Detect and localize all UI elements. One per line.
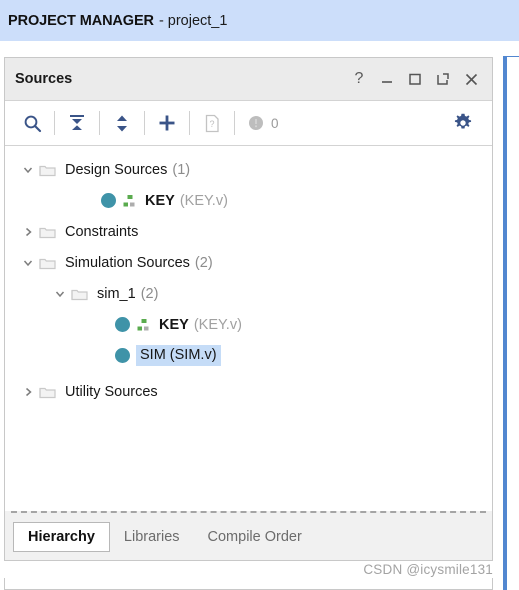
toolbar-divider-1 — [54, 111, 55, 135]
module-dot-icon — [115, 317, 130, 332]
project-manager-label: PROJECT MANAGER — [8, 12, 154, 29]
header-separator: - — [158, 12, 164, 29]
folder-icon — [37, 254, 57, 272]
tree-row-selected[interactable]: SIM (SIM.v) — [5, 340, 492, 371]
tab-label: Compile Order — [207, 528, 302, 545]
warning-circle-icon — [249, 116, 263, 130]
chevron-down-icon[interactable] — [51, 285, 69, 303]
search-icon[interactable] — [15, 107, 49, 139]
project-name-label: project_1 — [167, 12, 228, 29]
close-icon[interactable] — [460, 68, 482, 90]
tree-node-label: Utility Sources — [65, 383, 158, 400]
sources-tree[interactable]: Design Sources (1) KEY (KEY.v) Constrain… — [5, 146, 492, 511]
chevron-right-icon[interactable] — [19, 383, 37, 401]
svg-text:?: ? — [209, 119, 214, 129]
float-icon[interactable] — [432, 68, 454, 90]
expand-all-icon[interactable] — [105, 107, 139, 139]
panel-bottom-strip — [4, 578, 493, 590]
chevron-down-icon[interactable] — [19, 161, 37, 179]
tree-node-label: KEY — [159, 316, 189, 333]
tab-hierarchy[interactable]: Hierarchy — [13, 521, 110, 552]
sources-titlebar: Sources ? — [5, 58, 492, 100]
tree-row[interactable]: Design Sources (1) — [5, 154, 492, 185]
maximize-icon[interactable] — [404, 68, 426, 90]
toolbar-divider-3 — [144, 111, 145, 135]
tree-row[interactable]: Utility Sources — [5, 376, 492, 407]
gear-icon[interactable] — [446, 107, 480, 139]
adjacent-panel-body — [507, 60, 519, 581]
folder-icon — [69, 285, 89, 303]
minimize-icon[interactable] — [376, 68, 398, 90]
toolbar-divider-5 — [234, 111, 235, 135]
watermark: CSDN @icysmile131 — [363, 562, 493, 577]
tree-row[interactable]: Simulation Sources (2) — [5, 247, 492, 278]
tree-node-label: sim_1 — [97, 285, 136, 302]
warning-count: 0 — [271, 115, 279, 131]
chevron-right-icon[interactable] — [19, 223, 37, 241]
header-gap — [0, 41, 519, 57]
tree-row[interactable]: KEY (KEY.v) — [5, 309, 492, 340]
sources-tab-bar: Hierarchy Libraries Compile Order — [5, 513, 492, 560]
tree-row[interactable]: Constraints — [5, 216, 492, 247]
help-glyph: ? — [354, 70, 364, 87]
add-sources-icon[interactable] — [150, 107, 184, 139]
module-dot-icon — [115, 348, 130, 363]
project-manager-header: PROJECT MANAGER - project_1 — [0, 0, 519, 41]
tree-node-label: Constraints — [65, 223, 139, 240]
sources-toolbar: ? 0 — [5, 100, 492, 146]
chevron-down-icon[interactable] — [19, 254, 37, 272]
hierarchy-module-icon — [123, 194, 137, 208]
tab-compile-order[interactable]: Compile Order — [194, 522, 316, 552]
toolbar-divider-2 — [99, 111, 100, 135]
folder-icon — [37, 383, 57, 401]
tree-node-label: Simulation Sources — [65, 254, 190, 271]
tree-node-count: (1) — [172, 161, 191, 178]
tree-row[interactable]: KEY (KEY.v) — [5, 185, 492, 216]
tree-node-ext: (KEY.v) — [193, 316, 242, 333]
toolbar-divider-4 — [189, 111, 190, 135]
tree-node-label: KEY — [145, 192, 175, 209]
adjacent-panel-edge-bottom — [503, 578, 519, 590]
tree-node-label: SIM (SIM.v) — [136, 345, 221, 366]
collapse-all-icon[interactable] — [60, 107, 94, 139]
sources-panel: Sources ? ? 0 Design Sources (1) KEY (KE… — [4, 57, 493, 561]
help-icon[interactable]: ? — [348, 68, 370, 90]
tree-node-count: (2) — [194, 254, 213, 271]
tab-label: Hierarchy — [28, 528, 95, 545]
panel-title: Sources — [15, 71, 73, 87]
tree-node-label: Design Sources — [65, 161, 168, 178]
tab-label: Libraries — [123, 528, 180, 545]
tree-node-ext: (KEY.v) — [179, 192, 228, 209]
app-root: PROJECT MANAGER - project_1 Sources ? ? … — [0, 0, 519, 590]
module-dot-icon — [101, 193, 116, 208]
warning-indicator[interactable]: 0 — [248, 115, 279, 131]
report-document-icon[interactable]: ? — [195, 107, 229, 139]
folder-icon — [37, 161, 57, 179]
tab-libraries[interactable]: Libraries — [110, 522, 194, 552]
tree-node-count: (2) — [140, 285, 159, 302]
folder-icon — [37, 223, 57, 241]
hierarchy-module-icon — [137, 318, 151, 332]
tree-row[interactable]: sim_1 (2) — [5, 278, 492, 309]
adjacent-panel-edge — [503, 56, 519, 581]
